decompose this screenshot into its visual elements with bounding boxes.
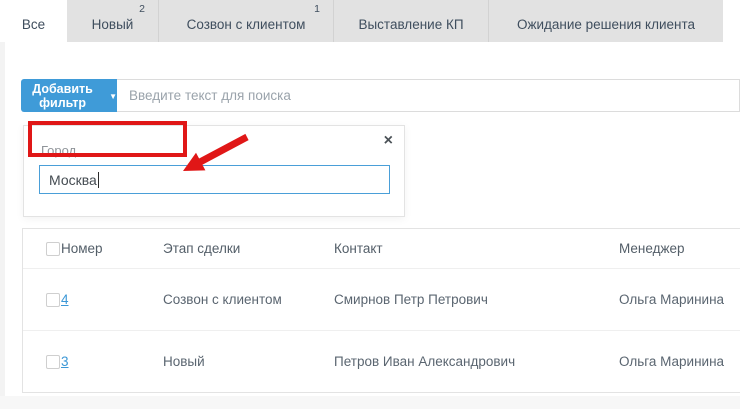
city-filter-popup: Город × Москва <box>23 125 405 217</box>
deal-manager: Ольга Маринина <box>619 354 740 369</box>
add-filter-button[interactable]: Добавить фильтр ▼ <box>21 79 117 112</box>
stage-tabs: Все Новый 2 Созвон с клиентом 1 Выставле… <box>0 0 723 42</box>
tab-label: Новый <box>92 17 134 32</box>
deals-table: Номер Этап сделки Контакт Менеджер 4 Соз… <box>22 228 740 393</box>
close-icon[interactable]: × <box>384 132 393 150</box>
search-input[interactable] <box>117 79 740 112</box>
tab-count-badge: 1 <box>314 3 320 15</box>
column-header-stage: Этап сделки <box>163 241 334 256</box>
page-bottom-gutter <box>0 396 740 409</box>
table-row: 3 Новый Петров Иван Александрович Ольга … <box>23 330 740 392</box>
filter-bar: Добавить фильтр ▼ <box>21 79 740 112</box>
column-header-contact: Контакт <box>334 241 619 256</box>
page-left-gutter <box>0 42 5 409</box>
deal-number-link[interactable]: 3 <box>61 354 69 369</box>
city-filter-label: Город <box>41 143 76 158</box>
tab-label: Созвон с клиентом <box>187 17 306 32</box>
tab-proposal[interactable]: Выставление КП <box>333 0 488 42</box>
deal-stage: Новый <box>163 354 334 369</box>
deal-manager: Ольга Маринина <box>619 292 740 307</box>
tab-label: Все <box>22 17 45 32</box>
add-filter-label: Добавить фильтр <box>21 82 104 110</box>
deal-contact: Петров Иван Александрович <box>334 354 619 369</box>
tab-call-with-client[interactable]: Созвон с клиентом 1 <box>158 0 333 42</box>
city-filter-value: Москва <box>49 172 97 188</box>
deal-contact: Смирнов Петр Петрович <box>334 292 619 307</box>
tab-label: Ожидание решения клиента <box>517 17 695 32</box>
row-checkbox[interactable] <box>46 293 60 307</box>
tab-count-badge: 2 <box>139 3 145 15</box>
table-header-row: Номер Этап сделки Контакт Менеджер <box>23 229 740 268</box>
column-header-number: Номер <box>61 241 163 256</box>
column-header-manager: Менеджер <box>619 241 740 256</box>
row-checkbox[interactable] <box>46 355 60 369</box>
city-filter-input[interactable]: Москва <box>39 165 390 194</box>
deal-number-link[interactable]: 4 <box>61 292 69 307</box>
tab-all[interactable]: Все <box>0 0 67 42</box>
header-checkbox[interactable] <box>46 242 60 256</box>
tab-new[interactable]: Новый 2 <box>67 0 158 42</box>
tab-label: Выставление КП <box>358 17 463 32</box>
text-caret <box>98 172 99 188</box>
table-row: 4 Созвон с клиентом Смирнов Петр Петрови… <box>23 268 740 330</box>
deal-stage: Созвон с клиентом <box>163 292 334 307</box>
caret-down-icon: ▼ <box>109 92 117 101</box>
tab-awaiting-decision[interactable]: Ожидание решения клиента <box>488 0 723 42</box>
